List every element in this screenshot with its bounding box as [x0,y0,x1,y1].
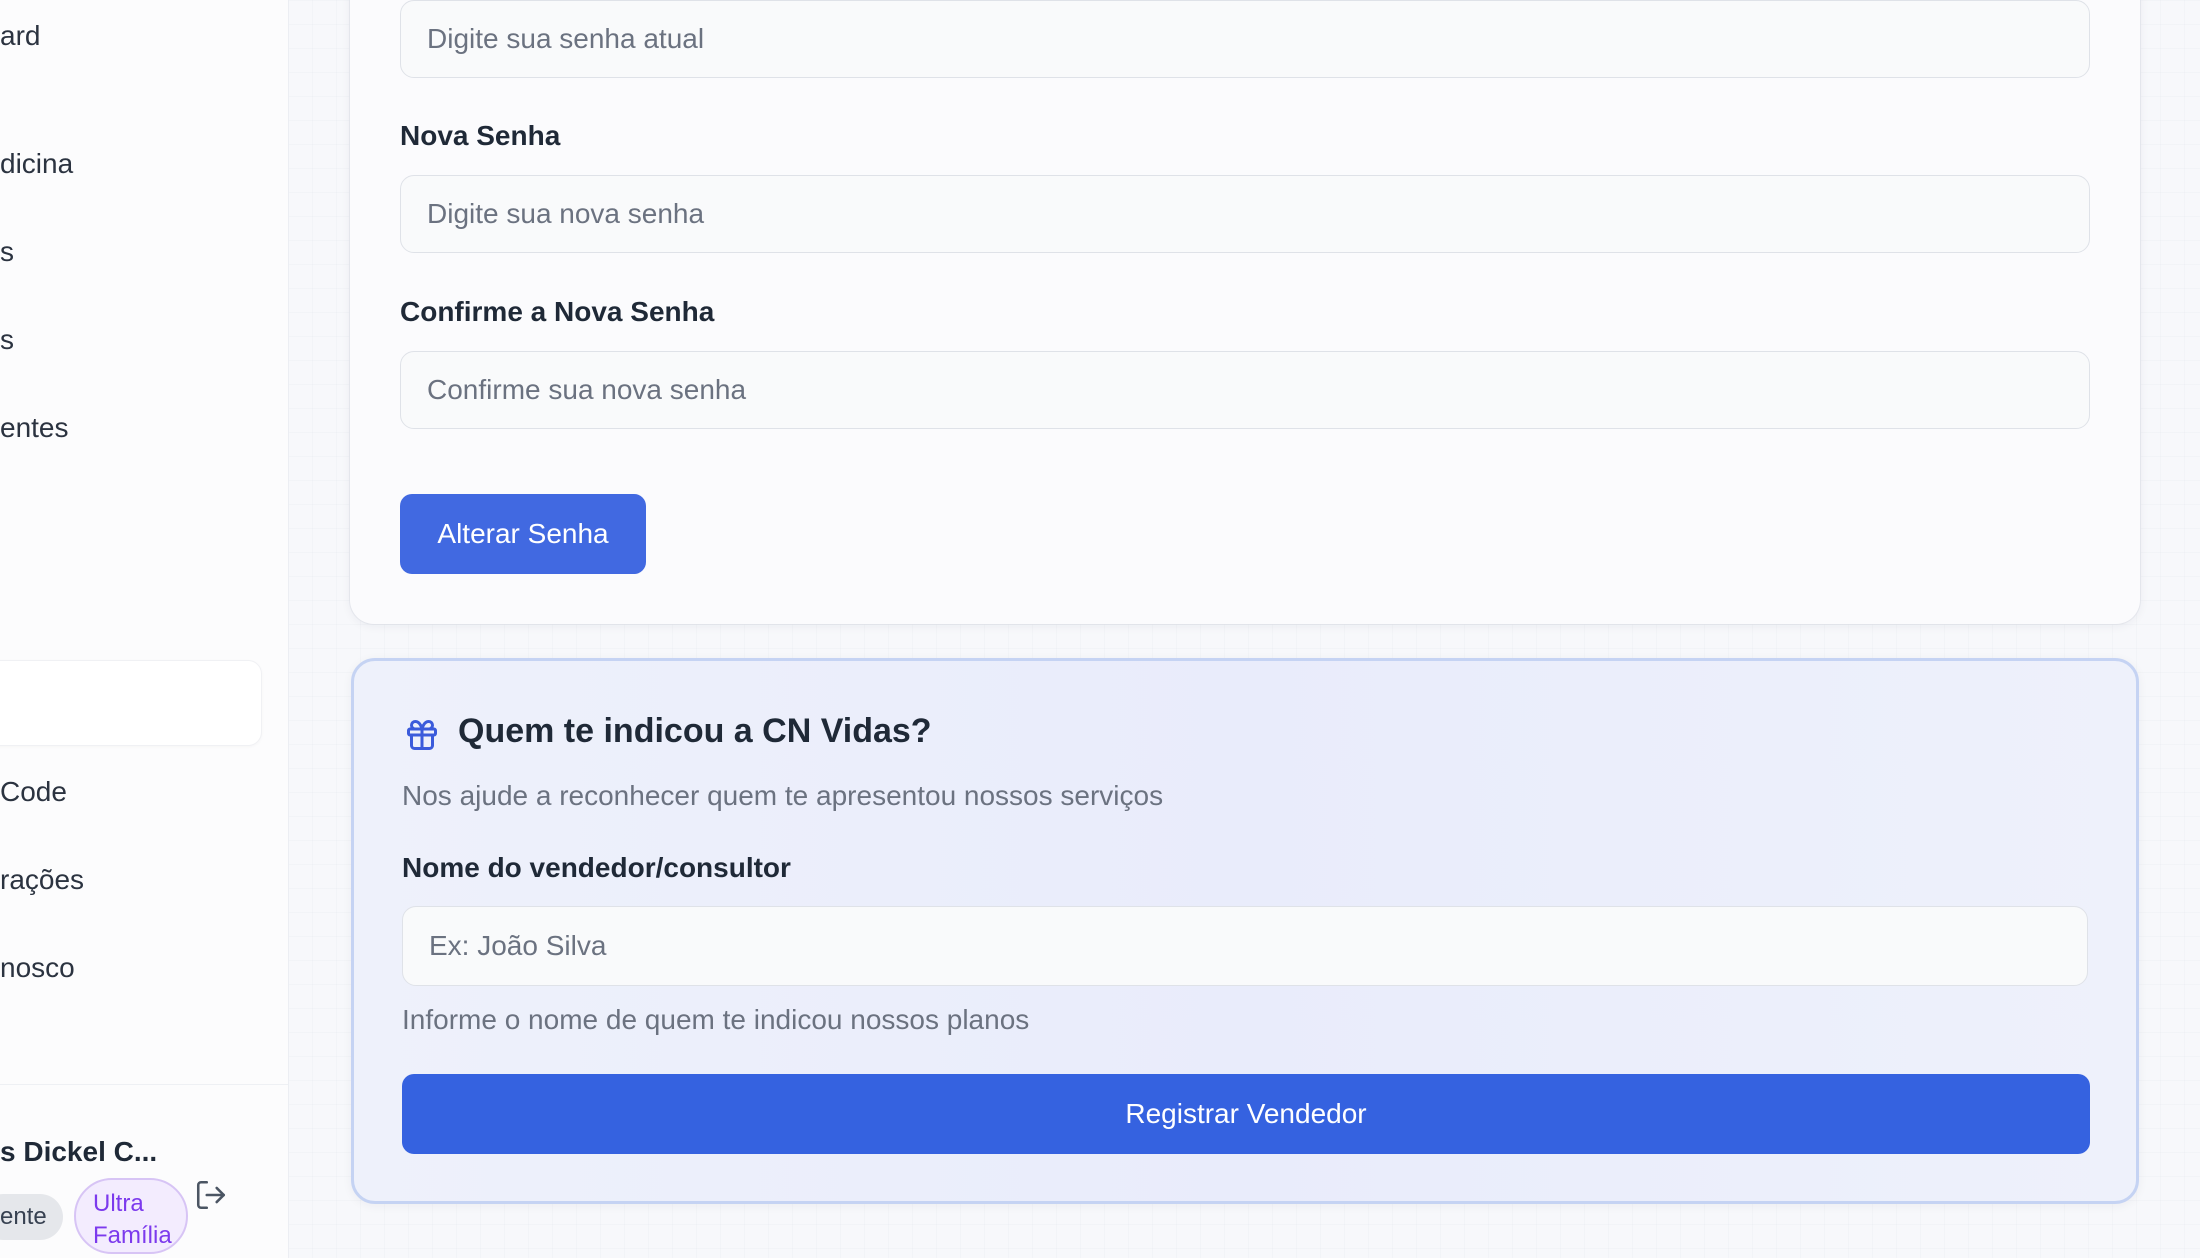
sidebar-divider [0,1084,288,1085]
confirm-password-label: Confirme a Nova Senha [400,296,715,327]
sidebar-item-dependentes[interactable]: entes [0,412,69,444]
plan-badge: Ultra Família [74,1178,188,1254]
referral-subtitle: Nos ajude a reconhecer quem te apresento… [402,780,1164,811]
confirm-password-input[interactable] [400,351,2090,429]
seller-name-input[interactable] [402,906,2088,986]
current-password-input[interactable] [400,0,2090,78]
referral-title: Quem te indicou a CN Vidas? [458,712,932,750]
seller-name-label: Nome do vendedor/consultor [402,852,791,883]
logout-icon[interactable] [194,1178,228,1212]
sidebar-item-3[interactable]: s [0,236,14,268]
sidebar-item-qr-code[interactable]: Code [0,776,67,808]
change-password-button[interactable]: Alterar Senha [400,494,646,574]
register-seller-button[interactable]: Registrar Vendedor [402,1074,2090,1154]
sidebar-item-dashboard[interactable]: ard [0,20,40,52]
seller-name-helper: Informe o nome de quem te indicou nossos… [402,1004,1030,1035]
sidebar-item-fale-conosco[interactable]: nosco [0,952,75,984]
user-name: s Dickel C... [0,1136,158,1167]
plan-badge-line2: Família [93,1222,172,1249]
sidebar-item-telemedicina[interactable]: dicina [0,148,73,180]
gift-icon [407,720,437,750]
plan-badge-line1: Ultra [93,1190,144,1217]
new-password-input[interactable] [400,175,2090,253]
new-password-label: Nova Senha [400,120,561,151]
sidebar: ard dicina s s entes Code rações nosco s… [0,0,289,1258]
sidebar-highlight-card [0,660,262,746]
sidebar-item-4[interactable]: s [0,324,14,356]
role-badge: ente [0,1194,63,1240]
sidebar-item-configuracoes[interactable]: rações [0,864,84,896]
